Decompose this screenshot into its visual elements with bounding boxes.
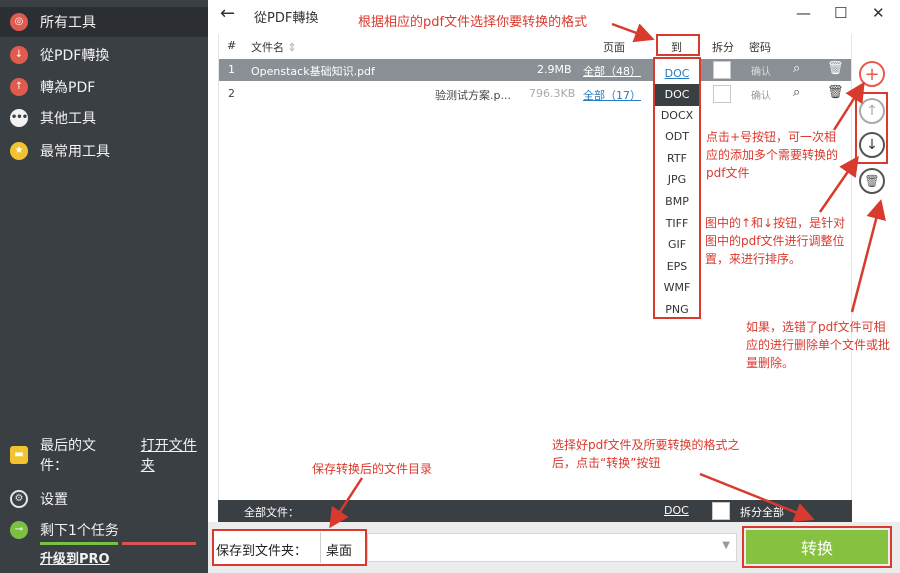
delete-all-button[interactable]: 🗑 <box>859 168 885 194</box>
header-num: # <box>227 39 237 52</box>
to-column-highlight <box>656 34 700 56</box>
annotation-add: 点击+号按钮，可一次相应的添加多个需要转换的pdf文件 <box>706 130 839 180</box>
row-filename: 验测试方案.p... <box>435 89 511 102</box>
arrow-down-icon: ↓ <box>10 46 28 64</box>
back-button[interactable]: ← <box>220 3 235 24</box>
divider <box>320 532 321 563</box>
trash-icon[interactable]: 🗑 <box>827 61 844 76</box>
move-down-button[interactable]: ↓ <box>859 132 885 158</box>
convert-button[interactable]: 转换 <box>746 530 888 564</box>
header-split: 拆分 <box>712 41 734 54</box>
recent-files: ▬ 最后的文件： 打开文件夹 <box>0 438 208 474</box>
sort-icon: ⇕ <box>287 41 297 54</box>
sidebar-item-to-pdf[interactable]: ↑ 轉為PDF <box>0 72 208 102</box>
table-row[interactable]: 2 验测试方案.p... 796.3KB 全部（17） 确认 ⌕ 🗑 <box>219 83 851 105</box>
annotation-save: 保存转换后的文件目录 <box>312 462 433 476</box>
maximize-button[interactable]: ☐ <box>834 4 847 22</box>
row-num: 1 <box>228 63 235 76</box>
annotation-delete: 如果，选错了pdf文件可相应的进行删除单个文件或批量删除。 <box>746 320 891 370</box>
split-all-label: 拆分全部 <box>740 506 784 519</box>
table-row[interactable]: 1 Openstack基础知识.pdf 2.9MB 全部（48） DOC 确认 … <box>219 59 851 81</box>
row-pages-link[interactable]: 全部（17） <box>583 87 641 103</box>
format-option-wmf[interactable]: WMF <box>655 281 699 294</box>
row-filename: Openstack基础知识.pdf <box>251 65 375 78</box>
star-icon: ★ <box>10 142 28 160</box>
settings[interactable]: ⚙ 设置 <box>0 484 208 514</box>
header-password: 密码 <box>749 41 771 54</box>
save-path-field[interactable]: ▼ <box>367 533 737 562</box>
row-num: 2 <box>228 87 235 100</box>
sidebar-item-all-tools[interactable]: ◎ 所有工具 <box>0 7 208 37</box>
unlock-button[interactable]: 确认 <box>751 87 771 102</box>
header-pages: 页面 <box>603 41 625 54</box>
settings-label: 设置 <box>40 492 68 508</box>
sidebar-item-label: 最常用工具 <box>40 144 110 160</box>
chevron-down-icon[interactable]: ▼ <box>722 540 730 551</box>
all-files-format-select[interactable]: DOC <box>664 504 689 517</box>
folder-icon: ▬ <box>10 446 28 464</box>
search-icon[interactable]: ⌕ <box>793 85 800 100</box>
sidebar-item-label: 其他工具 <box>40 111 96 127</box>
move-up-button[interactable]: ↑ <box>859 98 885 124</box>
row-pages-link[interactable]: 全部（48） <box>583 63 641 79</box>
format-option-png[interactable]: PNG <box>655 303 699 316</box>
all-files-bar: 全部文件： DOC 拆分全部 <box>218 500 852 522</box>
unlock-button[interactable]: 确认 <box>751 63 771 78</box>
sidebar-item-favorites[interactable]: ★ 最常用工具 <box>0 136 208 166</box>
format-option-bmp[interactable]: BMP <box>655 195 699 208</box>
header-filename[interactable]: 文件名 ⇕ <box>251 39 297 55</box>
open-folder-link[interactable]: 打开文件夹 <box>141 435 208 475</box>
all-files-label: 全部文件： <box>244 506 299 519</box>
search-icon[interactable]: ⌕ <box>793 61 800 76</box>
format-dropdown[interactable]: DOC DOC DOCX ODT RTF JPG BMP TIFF GIF EP… <box>653 57 701 319</box>
gear-icon: ⚙ <box>10 490 28 508</box>
add-file-button[interactable]: + <box>859 61 885 87</box>
task-progress-remaining <box>122 542 196 545</box>
sidebar-item-label: 所有工具 <box>40 15 96 31</box>
sidebar: ◎ 所有工具 ↓ 從PDF轉換 ↑ 轉為PDF ••• 其他工具 ★ 最常用工具… <box>0 0 208 573</box>
format-option-gif[interactable]: GIF <box>655 238 699 251</box>
recent-files-label: 最后的文件： <box>40 438 96 474</box>
close-button[interactable]: ✕ <box>872 4 885 22</box>
tasks-label: 剩下1个任务 <box>40 523 119 539</box>
minimize-button[interactable]: — <box>796 4 811 22</box>
format-option-jpg[interactable]: JPG <box>655 173 699 186</box>
format-option-rtf[interactable]: RTF <box>655 152 699 165</box>
arrow-up-icon: ↑ <box>10 78 28 96</box>
format-selected-value[interactable]: DOC <box>655 64 699 84</box>
file-table: # 文件名 ⇕ 页面 到 拆分 密码 1 Openstack基础知识.pdf 2… <box>218 34 852 522</box>
trash-icon: 🗑 <box>864 174 880 188</box>
tasks: ⊸ 剩下1个任务 <box>0 515 208 545</box>
format-option-eps[interactable]: EPS <box>655 260 699 273</box>
sidebar-item-from-pdf[interactable]: ↓ 從PDF轉換 <box>0 40 208 70</box>
row-size: 796.3KB <box>529 87 576 100</box>
task-progress-bar <box>40 542 118 545</box>
annotation-order: 图中的↑和↓按钮，是针对图中的pdf文件进行调整位置，来进行排序。 <box>705 216 846 266</box>
sidebar-item-label: 從PDF轉換 <box>40 48 110 64</box>
format-option-docx[interactable]: DOCX <box>655 109 699 122</box>
key-icon: ⊸ <box>10 521 28 539</box>
trash-icon[interactable]: 🗑 <box>827 85 844 100</box>
save-folder-label: 保存到文件夹： <box>216 544 308 559</box>
more-icon: ••• <box>10 109 28 127</box>
format-option-doc[interactable]: DOC <box>655 84 699 106</box>
sidebar-item-other-tools[interactable]: ••• 其他工具 <box>0 103 208 133</box>
format-option-odt[interactable]: ODT <box>655 130 699 143</box>
window-title: 從PDF轉換 <box>254 11 319 26</box>
split-all-checkbox[interactable] <box>712 502 730 520</box>
split-checkbox[interactable] <box>713 61 731 79</box>
upgrade-link[interactable]: 升级到PRO <box>40 548 110 567</box>
target-icon: ◎ <box>10 13 28 31</box>
save-folder-value[interactable]: 桌面 <box>326 540 352 559</box>
annotation-convert: 选择好pdf文件及所要转换的格式之后，点击“转换”按钮 <box>552 438 740 470</box>
split-checkbox[interactable] <box>713 85 731 103</box>
row-size: 2.9MB <box>537 63 572 76</box>
format-option-tiff[interactable]: TIFF <box>655 217 699 230</box>
sidebar-item-label: 轉為PDF <box>40 80 96 96</box>
annotation-format: 根据相应的pdf文件选择你要转换的格式 <box>358 15 588 30</box>
